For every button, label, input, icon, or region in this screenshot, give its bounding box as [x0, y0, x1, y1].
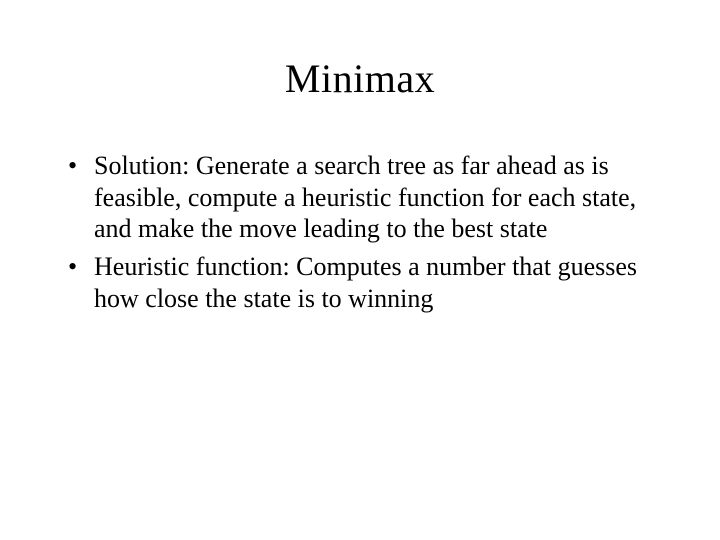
- bullet-list: Solution: Generate a search tree as far …: [60, 150, 660, 315]
- bullet-text: Heuristic function: Computes a number th…: [94, 252, 637, 313]
- bullet-text: Solution: Generate a search tree as far …: [94, 151, 636, 243]
- list-item: Solution: Generate a search tree as far …: [60, 150, 660, 245]
- slide-body: Solution: Generate a search tree as far …: [60, 150, 660, 315]
- slide-title: Minimax: [60, 55, 660, 102]
- slide: Minimax Solution: Generate a search tree…: [0, 0, 720, 540]
- list-item: Heuristic function: Computes a number th…: [60, 251, 660, 314]
